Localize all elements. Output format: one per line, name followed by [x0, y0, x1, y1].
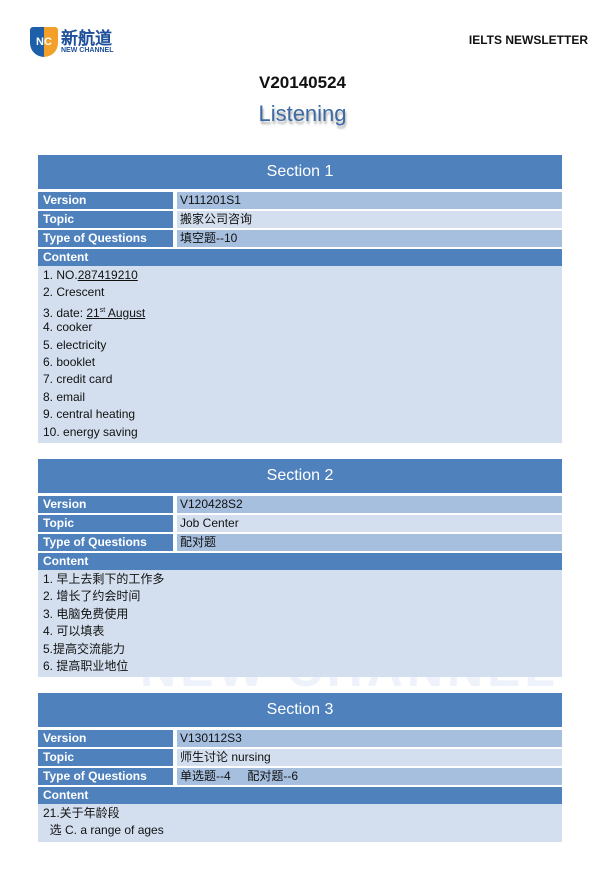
type-row: Type of Questions 单选题--4 配对题--6 — [38, 768, 562, 785]
type-value: 填空题--10 — [177, 230, 562, 247]
topic-row: Topic Job Center — [38, 515, 562, 532]
version-label: Version — [38, 192, 177, 209]
logo-cn: 新航道 — [61, 29, 112, 48]
item-text: 1. NO. — [43, 268, 78, 282]
topic-row: Topic 搬家公司咨询 — [38, 211, 562, 228]
topic-label: Topic — [38, 749, 177, 766]
item-text: 5. electricity — [43, 337, 107, 352]
item-text: 8. email — [43, 389, 86, 404]
answer-text: 21 — [86, 305, 100, 320]
content-item: 4. 可以填表 — [43, 623, 557, 640]
subject-title: Listening — [258, 101, 347, 126]
content-item: 2. Crescent — [43, 284, 557, 301]
answer-text: August — [105, 305, 146, 320]
topic-value: Job Center — [177, 515, 562, 532]
item-text: 7. credit card — [43, 372, 113, 387]
content-item: 4. cooker — [43, 319, 557, 336]
section-3: Section 3 Version V130112S3 Topic 师生讨论 nur… — [38, 693, 562, 842]
version-label: Version — [38, 730, 177, 747]
item-text: 4. cooker — [43, 320, 93, 335]
content-item: 6. booklet — [43, 354, 557, 371]
section-title: Section 2 — [38, 459, 562, 493]
item-text: 6. 提高职业地位 — [43, 658, 129, 673]
topic-label: Topic — [38, 515, 177, 532]
type-value: 单选题--4 配对题--6 — [177, 768, 562, 785]
content-item: 5.提高交流能力 — [43, 641, 557, 658]
item-text: 2. 增长了约会时间 — [43, 589, 141, 604]
section-1: Section 1 Version V111201S1 Topic 搬家公司咨询 T… — [38, 155, 562, 443]
content-item: 3. date: 21st August — [43, 302, 557, 320]
topic-value: 师生讨论 nursing — [177, 749, 562, 766]
content-label: Content — [38, 249, 562, 266]
type-label: Type of Questions — [38, 768, 177, 785]
item-text: 9. central heating — [43, 407, 136, 422]
section-title: Section 3 — [38, 693, 562, 727]
content-item: 5. electricity — [43, 337, 557, 354]
item-text: 21.关于年龄段 — [43, 806, 120, 820]
content-list: 1. NO.287419210 2. Crescent 3. date: 21st … — [38, 266, 562, 443]
logo: NC 新航道 NEW CHANNEL — [30, 27, 114, 57]
section-title: Section 1 — [38, 155, 562, 189]
content-item: 10. energy saving — [43, 424, 557, 441]
item-text: 1. 早上去剩下的工作多 — [43, 572, 165, 586]
content-label: Content — [38, 787, 562, 804]
section-2: Section 2 Version V120428S2 Topic Job Cent… — [38, 459, 562, 678]
item-text: 5.提高交流能力 — [43, 641, 126, 656]
content-list: 1. 早上去剩下的工作多 2. 增长了约会时间 3. 电脑免费使用 4. 可以填表 5.… — [38, 570, 562, 678]
content-item: 21.关于年龄段 — [43, 805, 557, 822]
logo-shield-icon: NC — [30, 27, 58, 57]
type-label: Type of Questions — [38, 534, 177, 551]
content-item: 7. credit card — [43, 371, 557, 388]
version-value: V130112S3 — [177, 730, 562, 747]
content-item: 2. 增长了约会时间 — [43, 588, 557, 605]
newsletter-title: IELTS NEWSLETTER — [468, 33, 588, 47]
content-list: 21.关于年龄段 选 C. a range of ages — [38, 804, 562, 842]
content-item: 6. 提高职业地位 — [43, 658, 557, 675]
content-item: 1. 早上去剩下的工作多 — [43, 571, 557, 588]
item-text: 3. 电脑免费使用 — [43, 606, 129, 621]
content-item: 9. central heating — [43, 406, 557, 423]
topic-label: Topic — [38, 211, 177, 228]
logo-en: NEW CHANNEL — [61, 47, 114, 54]
content-item: 3. 电脑免费使用 — [43, 606, 557, 623]
answer-text: 287419210 — [77, 268, 138, 282]
content-item: 1. NO.287419210 — [43, 267, 557, 284]
type-row: Type of Questions 填空题--10 — [38, 230, 562, 247]
type-value: 配对题 — [177, 534, 562, 551]
issue-number: V20140524 — [259, 73, 346, 92]
item-text: 3. date: — [43, 305, 87, 320]
type-label: Type of Questions — [38, 230, 177, 247]
item-text: 4. 可以填表 — [43, 624, 105, 639]
version-row: Version V120428S2 — [38, 496, 562, 513]
version-value: V120428S2 — [177, 496, 562, 513]
item-text: 2. Crescent — [43, 285, 105, 300]
item-text: 6. booklet — [43, 354, 96, 369]
page: NEW CHANNEL NC 新航道 NEW CHANNEL IELTS NEW… — [0, 0, 605, 891]
type-row: Type of Questions 配对题 — [38, 534, 562, 551]
version-row: Version V130112S3 — [38, 730, 562, 747]
content-item: 8. email — [43, 389, 557, 406]
item-text: 10. energy saving — [43, 424, 138, 439]
version-row: Version V111201S1 — [38, 192, 562, 209]
item-text: 选 C. a range of ages — [43, 823, 164, 838]
content-label: Content — [38, 553, 562, 570]
content-item: 选 C. a range of ages — [43, 822, 557, 839]
version-value: V111201S1 — [177, 192, 562, 209]
version-label: Version — [38, 496, 177, 513]
topic-row: Topic 师生讨论 nursing — [38, 749, 562, 766]
topic-value: 搬家公司咨询 — [177, 211, 562, 228]
